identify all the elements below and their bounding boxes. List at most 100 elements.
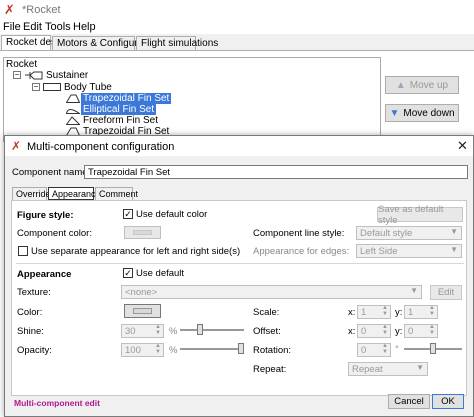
use-default-color-label: Use default color: [136, 209, 208, 220]
window-titlebar: ✗ *Rocket: [0, 0, 474, 20]
offset-y-field[interactable]: 0 ▲ ▼: [404, 324, 438, 338]
scale-x-field[interactable]: 1 ▲ ▼: [357, 305, 391, 319]
tree-body-tube[interactable]: Body Tube: [64, 82, 112, 93]
rotation-field[interactable]: 0 ▲ ▼: [357, 343, 391, 357]
menu-help[interactable]: Help: [73, 21, 96, 33]
offset-y-value: 0: [408, 326, 414, 337]
rotation-slider[interactable]: [404, 343, 462, 355]
shine-value: 30: [125, 326, 136, 337]
tab-comment[interactable]: Comment: [95, 187, 138, 200]
scale-y-field[interactable]: 1 ▲ ▼: [404, 305, 438, 319]
chevron-down-icon: ▼: [450, 245, 458, 254]
repeat-label: Repeat:: [253, 364, 287, 375]
edit-texture-button[interactable]: Edit: [430, 285, 462, 300]
repeat-select[interactable]: Repeat ▼: [348, 362, 428, 376]
repeat-value: Repeat: [352, 364, 383, 375]
opacity-field[interactable]: 100 ▲ ▼: [121, 343, 164, 357]
component-line-style-label: Component line style:: [253, 228, 345, 239]
tree-sustainer[interactable]: Sustainer: [46, 70, 88, 81]
use-default-color-checkbox[interactable]: ✓: [123, 209, 133, 219]
figure-style-heading: Figure style:: [17, 210, 74, 221]
line-style-value: Default style: [360, 228, 413, 239]
chevron-down-icon: ▼: [416, 363, 424, 372]
dialog-titlebar: ✗ Multi-component configuration ✕: [5, 136, 473, 156]
component-tree[interactable]: Rocket − Sustainer − Body Tube Trapezoid…: [3, 57, 381, 142]
cancel-button[interactable]: Cancel: [388, 394, 430, 409]
shine-field[interactable]: 30 ▲ ▼: [121, 324, 164, 338]
tab-override[interactable]: Override: [12, 187, 51, 200]
component-name-label: Component name:: [12, 167, 91, 178]
tab-appearance[interactable]: Appearance: [48, 187, 101, 200]
rotation-value: 0: [361, 345, 367, 356]
component-color-label: Component color:: [17, 228, 92, 239]
rocket-icon: ✗: [11, 139, 22, 153]
texture-select[interactable]: <none> ▼: [121, 285, 422, 299]
save-default-style-button[interactable]: Save as default style: [377, 204, 463, 226]
tree-toggle-body[interactable]: −: [32, 83, 40, 91]
opacity-label: Opacity:: [17, 345, 52, 356]
main-tab-bar: Rocket design Motors & Configuration Fli…: [0, 35, 474, 51]
tree-item-elliptical-fin[interactable]: Elliptical Fin Set: [81, 104, 157, 115]
scale-y-label: y:: [395, 307, 403, 318]
window-title: *Rocket: [22, 4, 61, 16]
color-label: Color:: [17, 307, 43, 318]
stage-icon: [25, 71, 43, 80]
edges-value: Left Side: [360, 246, 398, 257]
section-divider: [16, 263, 464, 264]
tab-flight-simulations[interactable]: Flight simulations: [136, 36, 218, 51]
component-color-button[interactable]: [124, 226, 161, 239]
scale-x-value: 1: [361, 307, 367, 318]
move-up-label: Move up: [409, 79, 449, 91]
move-up-button[interactable]: ▲ Move up: [385, 76, 459, 94]
menu-file[interactable]: File: [3, 21, 21, 33]
arrow-down-icon: ▼: [389, 107, 400, 119]
freeform-fin-icon: [66, 116, 80, 125]
line-style-select[interactable]: Default style ▼: [356, 226, 462, 240]
trapezoidal-fin-icon: [66, 94, 80, 103]
rotation-unit: °: [395, 344, 399, 355]
edges-select[interactable]: Left Side ▼: [356, 244, 462, 258]
opacity-unit: %: [169, 345, 178, 356]
body-tube-icon: [43, 83, 61, 91]
tree-root[interactable]: Rocket: [6, 59, 37, 70]
tab-rocket-design[interactable]: Rocket design: [1, 35, 69, 51]
chevron-down-icon: ▼: [450, 227, 458, 236]
shine-unit: %: [169, 326, 178, 337]
texture-label: Texture:: [17, 287, 51, 298]
separate-appearance-label: Use separate appearance for left and rig…: [31, 246, 241, 257]
arrow-up-icon: ▲: [395, 79, 406, 91]
rotation-label: Rotation:: [253, 345, 292, 356]
appearance-heading: Appearance: [17, 269, 72, 280]
separate-appearance-checkbox[interactable]: [18, 246, 28, 256]
elliptical-fin-icon: [66, 109, 80, 114]
ok-button[interactable]: OK: [432, 394, 464, 409]
status-text: Multi-component edit: [14, 398, 100, 408]
color-button[interactable]: [124, 304, 161, 318]
appearance-panel: Figure style: ✓ Use default color Save a…: [11, 200, 467, 396]
dialog-tab-bar: Override Appearance Comment: [12, 187, 212, 201]
menu-edit[interactable]: Edit: [23, 21, 42, 33]
offset-label: Offset:: [253, 326, 281, 337]
tab-motors-configuration[interactable]: Motors & Configuration: [52, 36, 159, 51]
offset-y-label: y:: [395, 326, 403, 337]
component-name-field[interactable]: Trapezoidal Fin Set: [84, 165, 468, 179]
move-down-label: Move down: [403, 107, 455, 119]
use-default-appearance-label: Use default: [136, 268, 185, 279]
menu-tools[interactable]: Tools: [45, 21, 71, 33]
offset-x-field[interactable]: 0 ▲ ▼: [357, 324, 391, 338]
tree-item-trapezoidal-fin-1[interactable]: Trapezoidal Fin Set: [81, 93, 172, 104]
offset-x-label: x:: [348, 326, 356, 337]
rocket-icon: ✗: [4, 2, 15, 17]
shine-label: Shine:: [17, 326, 44, 337]
dialog-title: Multi-component configuration: [27, 141, 175, 153]
use-default-appearance-checkbox[interactable]: ✓: [123, 268, 133, 278]
opacity-slider[interactable]: [180, 343, 244, 355]
offset-x-value: 0: [361, 326, 367, 337]
chevron-down-icon: ▼: [410, 286, 418, 295]
move-down-button[interactable]: ▼ Move down: [385, 104, 459, 122]
tree-item-freeform-fin[interactable]: Freeform Fin Set: [83, 115, 158, 126]
shine-slider[interactable]: [180, 324, 244, 336]
texture-value: <none>: [125, 287, 158, 298]
close-icon[interactable]: ✕: [457, 138, 468, 154]
tree-toggle-sustainer[interactable]: −: [13, 71, 21, 79]
